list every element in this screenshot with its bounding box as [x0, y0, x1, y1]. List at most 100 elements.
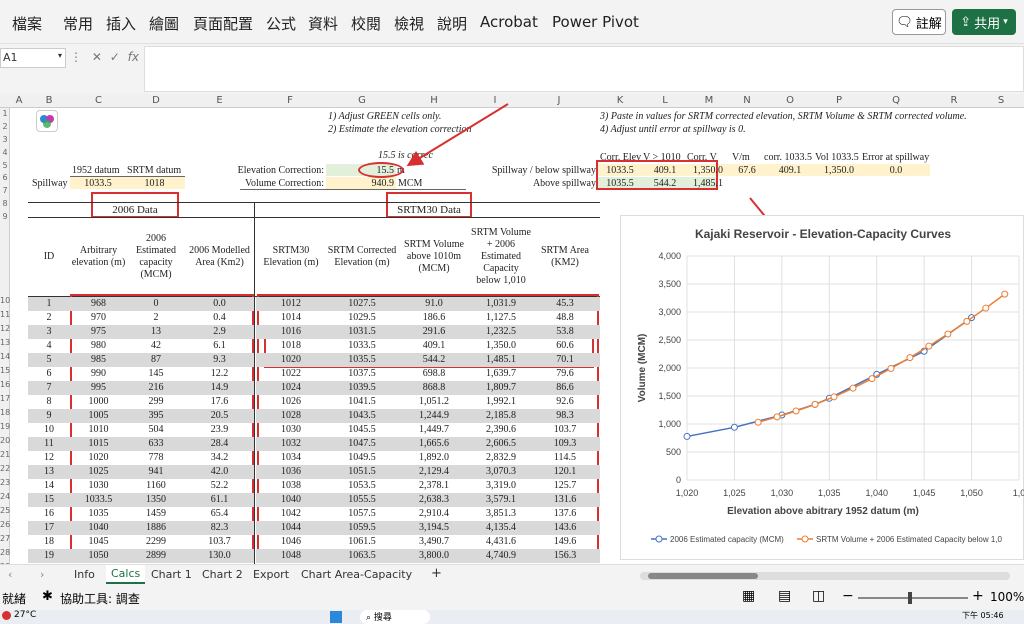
srtm30-cell[interactable]: 86.6	[532, 382, 598, 394]
data2006-cell[interactable]: 12	[28, 452, 70, 464]
srtm30-cell[interactable]: 1063.5	[326, 550, 398, 562]
sheet-tab-calcs[interactable]: Calcs	[106, 565, 146, 584]
data2006-cell[interactable]: 1045	[70, 536, 127, 548]
data2006-cell[interactable]: 1040	[70, 522, 127, 534]
spill-row1-cell[interactable]: 1,350.0	[688, 165, 728, 177]
data2006-cell[interactable]: 20.5	[185, 410, 254, 422]
srtm30-cell[interactable]: 868.8	[398, 382, 470, 394]
srtm30-cell[interactable]: 1049.5	[326, 452, 398, 464]
data2006-cell[interactable]: 1	[28, 298, 70, 310]
data2006-cell[interactable]: 1350	[127, 494, 185, 506]
srtm30-cell[interactable]: 1,639.7	[470, 368, 532, 380]
page-layout-view-icon[interactable]: ▤	[778, 588, 791, 604]
tab-view[interactable]: 檢視	[394, 13, 424, 34]
taskbar-search[interactable]: ⌕ 搜尋	[360, 610, 430, 624]
srtm30-cell[interactable]: 1,892.0	[398, 452, 470, 464]
share-button[interactable]: ⇪ 共用 ▾	[952, 9, 1016, 35]
srtm30-cell[interactable]: 1,244.9	[398, 410, 470, 422]
sheet-tab-chart2[interactable]: Chart 2	[202, 568, 243, 581]
tab-review[interactable]: 校閱	[351, 13, 381, 34]
data2006-cell[interactable]: 17	[28, 522, 70, 534]
status-accessibility[interactable]: 協助工具: 調查	[60, 590, 140, 607]
sheet-tab-chart1[interactable]: Chart 1	[151, 568, 192, 581]
horizontal-scrollbar[interactable]	[640, 572, 1010, 580]
spill-row1-cell[interactable]: 67.6	[730, 165, 764, 177]
next-sheet-icon[interactable]: ›	[40, 568, 44, 581]
data2006-cell[interactable]: 12.2	[185, 368, 254, 380]
data2006-cell[interactable]: 3	[28, 326, 70, 338]
data2006-cell[interactable]: 1020	[70, 452, 127, 464]
srtm30-cell[interactable]: 60.6	[532, 340, 598, 352]
spill-row1-cell[interactable]: 0.0	[862, 165, 930, 177]
srtm30-cell[interactable]: 1024	[256, 382, 326, 394]
spill-row1-cell[interactable]: 409.1	[642, 165, 688, 177]
data2006-cell[interactable]: 995	[70, 382, 127, 394]
srtm30-cell[interactable]: 186.6	[398, 312, 470, 324]
data2006-cell[interactable]: 8	[28, 396, 70, 408]
data2006-cell[interactable]: 42	[127, 340, 185, 352]
data2006-cell[interactable]: 299	[127, 396, 185, 408]
sheet-tab-info[interactable]: Info	[74, 568, 95, 581]
srtm30-cell[interactable]: 1,031.9	[470, 298, 532, 310]
srtm30-cell[interactable]: 291.6	[398, 326, 470, 338]
srtm30-cell[interactable]: 1014	[256, 312, 326, 324]
data2006-cell[interactable]: 395	[127, 410, 185, 422]
data2006-cell[interactable]: 9.3	[185, 354, 254, 366]
srtm30-cell[interactable]: 1,992.1	[470, 396, 532, 408]
srtm30-cell[interactable]: 1061.5	[326, 536, 398, 548]
srtm30-cell[interactable]: 3,319.0	[470, 480, 532, 492]
srtm30-cell[interactable]: 2,832.9	[470, 452, 532, 464]
srtm30-cell[interactable]: 1041.5	[326, 396, 398, 408]
page-break-view-icon[interactable]: ◫	[812, 588, 825, 604]
data2006-cell[interactable]: 7	[28, 382, 70, 394]
data2006-cell[interactable]: 11	[28, 438, 70, 450]
srtm30-cell[interactable]: 1055.5	[326, 494, 398, 506]
srtm30-cell[interactable]: 3,800.0	[398, 550, 470, 562]
elevation-capacity-chart[interactable]: Kajaki Reservoir - Elevation-Capacity Cu…	[620, 215, 1024, 560]
tab-data[interactable]: 資料	[308, 13, 338, 34]
data2006-cell[interactable]: 1033.5	[70, 494, 127, 506]
srtm30-cell[interactable]: 1,350.0	[470, 340, 532, 352]
srtm30-cell[interactable]: 3,579.1	[470, 494, 532, 506]
data2006-cell[interactable]: 1010	[70, 424, 127, 436]
srtm30-cell[interactable]: 1020	[256, 354, 326, 366]
srtm30-cell[interactable]: 4,740.9	[470, 550, 532, 562]
data2006-cell[interactable]: 82.3	[185, 522, 254, 534]
data2006-cell[interactable]: 2299	[127, 536, 185, 548]
srtm30-cell[interactable]: 1,232.5	[470, 326, 532, 338]
srtm30-cell[interactable]: 114.5	[532, 452, 598, 464]
srtm30-cell[interactable]: 143.6	[532, 522, 598, 534]
srtm30-cell[interactable]: 120.1	[532, 466, 598, 478]
srtm30-cell[interactable]: 1042	[256, 508, 326, 520]
sheet-tab-export[interactable]: Export	[253, 568, 289, 581]
data2006-cell[interactable]: 13	[28, 466, 70, 478]
data2006-cell[interactable]: 14	[28, 480, 70, 492]
data2006-cell[interactable]: 990	[70, 368, 127, 380]
srtm30-cell[interactable]: 1031.5	[326, 326, 398, 338]
srtm30-cell[interactable]: 1028	[256, 410, 326, 422]
srtm30-cell[interactable]: 1027.5	[326, 298, 398, 310]
data2006-cell[interactable]: 87	[127, 354, 185, 366]
tab-formulas[interactable]: 公式	[266, 13, 296, 34]
srtm30-cell[interactable]: 3,070.3	[470, 466, 532, 478]
data2006-cell[interactable]: 1160	[127, 480, 185, 492]
data2006-cell[interactable]: 6.1	[185, 340, 254, 352]
add-sheet-button[interactable]: +	[431, 566, 442, 581]
srtm30-cell[interactable]: 1057.5	[326, 508, 398, 520]
data2006-cell[interactable]: 1030	[70, 480, 127, 492]
srtm30-cell[interactable]: 1037.5	[326, 368, 398, 380]
data2006-cell[interactable]: 15	[28, 494, 70, 506]
data2006-cell[interactable]: 145	[127, 368, 185, 380]
srtm30-cell[interactable]: 79.6	[532, 368, 598, 380]
data2006-cell[interactable]: 5	[28, 354, 70, 366]
srtm30-cell[interactable]: 103.7	[532, 424, 598, 436]
data2006-cell[interactable]: 985	[70, 354, 127, 366]
srtm30-cell[interactable]: 4,135.4	[470, 522, 532, 534]
srtm30-cell[interactable]: 1,809.7	[470, 382, 532, 394]
srtm30-cell[interactable]: 1,665.6	[398, 438, 470, 450]
fx-icon[interactable]: fx	[128, 50, 139, 64]
srtm30-cell[interactable]: 1045.5	[326, 424, 398, 436]
data2006-cell[interactable]: 1050	[70, 550, 127, 562]
data2006-cell[interactable]: 1886	[127, 522, 185, 534]
zoom-level[interactable]: 100%	[990, 590, 1024, 604]
